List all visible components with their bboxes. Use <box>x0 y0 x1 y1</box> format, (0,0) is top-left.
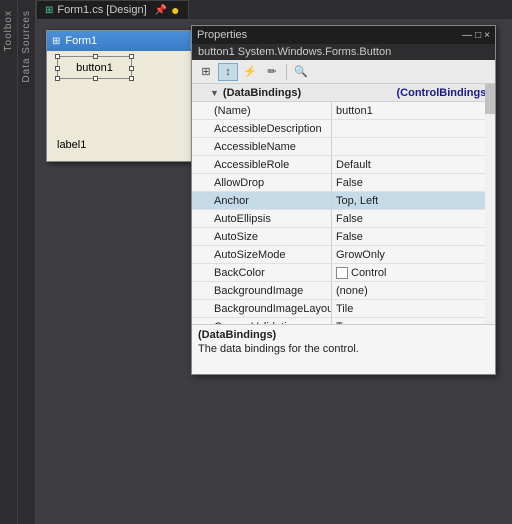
group-header-value: (ControlBindings) <box>397 87 490 99</box>
prop-accessible-role-label: AccessibleRole <box>192 156 332 173</box>
prop-causesvalidation-value: True <box>332 318 495 324</box>
form-title: Form1 <box>65 35 185 47</box>
props-row-name[interactable]: (Name) button1 <box>192 102 495 120</box>
toolbox-bar: Toolbox <box>0 0 18 524</box>
props-row-allowdrop[interactable]: AllowDrop False <box>192 174 495 192</box>
props-events-btn[interactable]: ✏ <box>262 63 282 81</box>
props-close-btn[interactable]: × <box>484 30 490 41</box>
prop-autosizemode-value: GrowOnly <box>332 246 495 263</box>
props-row-accessible-name[interactable]: AccessibleName <box>192 138 495 156</box>
toolbox-label[interactable]: Toolbox <box>3 10 14 51</box>
handle-br <box>129 76 134 81</box>
props-row-backcolor[interactable]: BackColor Control <box>192 264 495 282</box>
prop-bgimagelayout-value: Tile <box>332 300 495 317</box>
prop-anchor-label: Anchor <box>192 192 332 209</box>
prop-bgimagelayout-label: BackgroundImageLayout <box>192 300 332 317</box>
prop-name-label: (Name) <box>192 102 332 119</box>
props-maximize-btn[interactable]: □ <box>475 30 481 41</box>
form-button1[interactable]: button1 <box>57 56 132 79</box>
prop-name-value: button1 <box>332 102 495 119</box>
prop-allowdrop-label: AllowDrop <box>192 174 332 191</box>
datasources-label[interactable]: Data Sources <box>21 10 32 83</box>
props-titlebar: Properties — □ × <box>192 26 495 44</box>
properties-panel: Properties — □ × button1 System.Windows.… <box>191 25 496 375</box>
prop-accessible-name-value <box>332 138 495 155</box>
props-subtitle-text: button1 System.Windows.Forms.Button <box>198 46 391 58</box>
props-row-causesvalidation[interactable]: CausesValidation True <box>192 318 495 324</box>
prop-allowdrop-value: False <box>332 174 495 191</box>
prop-autosize-label: AutoSize <box>192 228 332 245</box>
prop-accessible-desc-value <box>332 120 495 137</box>
form-button1-label: button1 <box>76 62 113 74</box>
props-search-btn[interactable]: 🔍 <box>291 63 311 81</box>
form-label1: label1 <box>57 139 86 151</box>
datasources-bar: Data Sources <box>18 0 36 524</box>
props-row-anchor[interactable]: Anchor Top, Left <box>192 192 495 210</box>
props-grid[interactable]: ▼ (DataBindings) (ControlBindings) (Name… <box>192 84 495 324</box>
prop-backcolor-label: BackColor <box>192 264 332 281</box>
props-minimize-btn[interactable]: — <box>462 30 472 41</box>
prop-autosizemode-label: AutoSizeMode <box>192 246 332 263</box>
props-desc-title: (DataBindings) <box>198 329 489 341</box>
props-row-accessible-role[interactable]: AccessibleRole Default <box>192 156 495 174</box>
props-row-bgimage[interactable]: BackgroundImage (none) <box>192 282 495 300</box>
backcolor-swatch <box>336 267 348 279</box>
props-subtitle: button1 System.Windows.Forms.Button <box>192 44 495 60</box>
handle-bm <box>93 76 98 81</box>
prop-accessible-role-value: Default <box>332 156 495 173</box>
props-titlebar-btns: — □ × <box>462 30 490 41</box>
expand-icon: ▼ <box>210 88 219 98</box>
scrollbar-thumb[interactable] <box>485 84 495 114</box>
handle-mr <box>129 66 134 71</box>
prop-accessible-name-label: AccessibleName <box>192 138 332 155</box>
props-description: (DataBindings) The data bindings for the… <box>192 324 495 374</box>
props-categorized-btn[interactable]: ⊞ <box>196 63 216 81</box>
handle-bl <box>55 76 60 81</box>
tab-modified-dot: ● <box>171 3 179 17</box>
prop-accessible-desc-label: AccessibleDescription <box>192 120 332 137</box>
prop-anchor-value: Top, Left <box>332 192 495 209</box>
group-header-name: (DataBindings) <box>223 87 301 99</box>
design-tab[interactable]: ⊞ Form1.cs [Design] 📌 ● <box>36 0 189 19</box>
prop-bgimage-label: BackgroundImage <box>192 282 332 299</box>
props-toolbar: ⊞ ↕ ⚡ ✏ 🔍 <box>192 60 495 84</box>
tab-pin-icon[interactable]: 📌 <box>155 5 167 16</box>
props-row-autosize[interactable]: AutoSize False <box>192 228 495 246</box>
tab-bar: ⊞ Form1.cs [Design] 📌 ● <box>36 0 512 20</box>
form-titlebar-icon: ⊞ <box>52 36 60 47</box>
props-desc-text: The data bindings for the control. <box>198 343 489 355</box>
prop-causesvalidation-label: CausesValidation <box>192 318 332 324</box>
handle-tm <box>93 54 98 59</box>
form-label1-text: label1 <box>57 139 86 151</box>
props-toolbar-separator <box>286 64 287 80</box>
tab-label: Form1.cs [Design] <box>57 4 146 16</box>
prop-bgimage-value: (none) <box>332 282 495 299</box>
props-row-bgimagelayout[interactable]: BackgroundImageLayout Tile <box>192 300 495 318</box>
handle-tr <box>129 54 134 59</box>
prop-autoellipsis-label: AutoEllipsis <box>192 210 332 227</box>
props-group-header: ▼ (DataBindings) (ControlBindings) <box>192 84 495 102</box>
prop-autosize-value: False <box>332 228 495 245</box>
form-icon: ⊞ <box>45 5 53 16</box>
props-title: Properties <box>197 29 462 41</box>
props-row-autoellipsis[interactable]: AutoEllipsis False <box>192 210 495 228</box>
handle-tl <box>55 54 60 59</box>
prop-autoellipsis-value: False <box>332 210 495 227</box>
props-row-accessible-desc[interactable]: AccessibleDescription <box>192 120 495 138</box>
design-area: ⊞ Form1 — □ ✕ button1 <box>36 20 512 524</box>
scrollbar-track[interactable] <box>485 84 495 324</box>
props-row-autosizemode[interactable]: AutoSizeMode GrowOnly <box>192 246 495 264</box>
prop-backcolor-value: Control <box>332 264 495 281</box>
props-properties-btn[interactable]: ⚡ <box>240 63 260 81</box>
handle-ml <box>55 66 60 71</box>
props-alphabetical-btn[interactable]: ↕ <box>218 63 238 81</box>
